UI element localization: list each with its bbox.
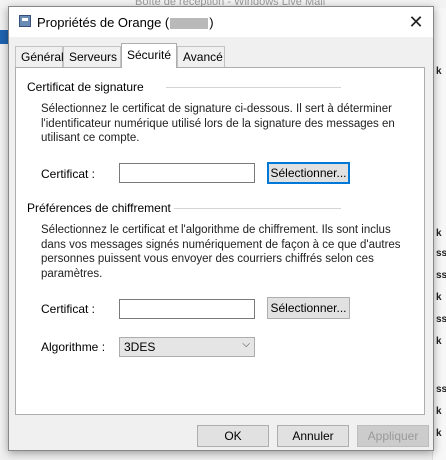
background-glyph: k — [436, 406, 442, 417]
tab-general[interactable]: Général — [15, 46, 64, 67]
background-glyph: ss — [436, 270, 446, 281]
background-glyph: k — [436, 428, 442, 439]
signing-certificate-heading: Certificat de signature — [27, 80, 144, 94]
algorithm-label: Algorithme : — [41, 340, 106, 354]
dialog-titlebar[interactable]: Propriétés de Orange () ✕ — [9, 7, 433, 37]
algorithm-dropdown[interactable]: 3DES ⌵ — [119, 337, 255, 357]
account-icon — [19, 15, 31, 27]
encryption-certificate-field[interactable] — [119, 299, 255, 319]
close-icon[interactable]: ✕ — [405, 11, 427, 33]
redacted-account-name — [170, 18, 209, 30]
background-glyph: k — [436, 336, 442, 347]
background-glyph: ss — [436, 248, 446, 259]
background-glyph: k — [436, 66, 442, 77]
dialog-title-suffix: ) — [209, 15, 214, 30]
signing-description: Sélectionnez le certificat de signature … — [41, 103, 395, 144]
dialog-title-prefix: Propriétés de Orange ( — [37, 15, 170, 30]
tab-advanced[interactable]: Avancé — [177, 46, 225, 67]
dialog-title: Propriétés de Orange () — [37, 15, 214, 30]
background-message-list-edge: k k ss ss k ss k ss k k — [432, 8, 446, 460]
tab-servers[interactable]: Serveurs — [63, 46, 121, 67]
background-left-accent — [0, 30, 8, 44]
encryption-group-divider — [174, 208, 341, 209]
algorithm-selected-value: 3DES — [124, 340, 156, 354]
signing-group-divider — [166, 87, 341, 88]
background-glyph: k — [436, 228, 442, 239]
signing-select-button[interactable]: Sélectionner... — [267, 162, 350, 184]
apply-button[interactable]: Appliquer — [357, 425, 429, 447]
encryption-select-button[interactable]: Sélectionner... — [267, 297, 350, 319]
account-properties-dialog: Propriétés de Orange () ✕ Général Serveu… — [8, 6, 434, 451]
cancel-button[interactable]: Annuler — [277, 425, 349, 447]
tab-security[interactable]: Sécurité — [121, 43, 177, 68]
encryption-preferences-heading: Préférences de chiffrement — [27, 201, 171, 215]
encryption-description: Sélectionnez le certificat et l'algorith… — [41, 224, 401, 280]
security-tab-panel: Certificat de signature Sélectionnez le … — [15, 67, 425, 415]
background-glyph: ss — [436, 314, 446, 325]
signing-certificate-label: Certificat : — [41, 167, 96, 181]
background-glyph: k — [436, 292, 442, 303]
ok-button[interactable]: OK — [197, 425, 269, 447]
encryption-certificate-label: Certificat : — [41, 302, 96, 316]
background-glyph: ss — [436, 384, 446, 395]
signing-certificate-field[interactable] — [119, 163, 255, 183]
background-left-edge — [0, 8, 8, 460]
chevron-down-icon: ⌵ — [242, 339, 250, 350]
